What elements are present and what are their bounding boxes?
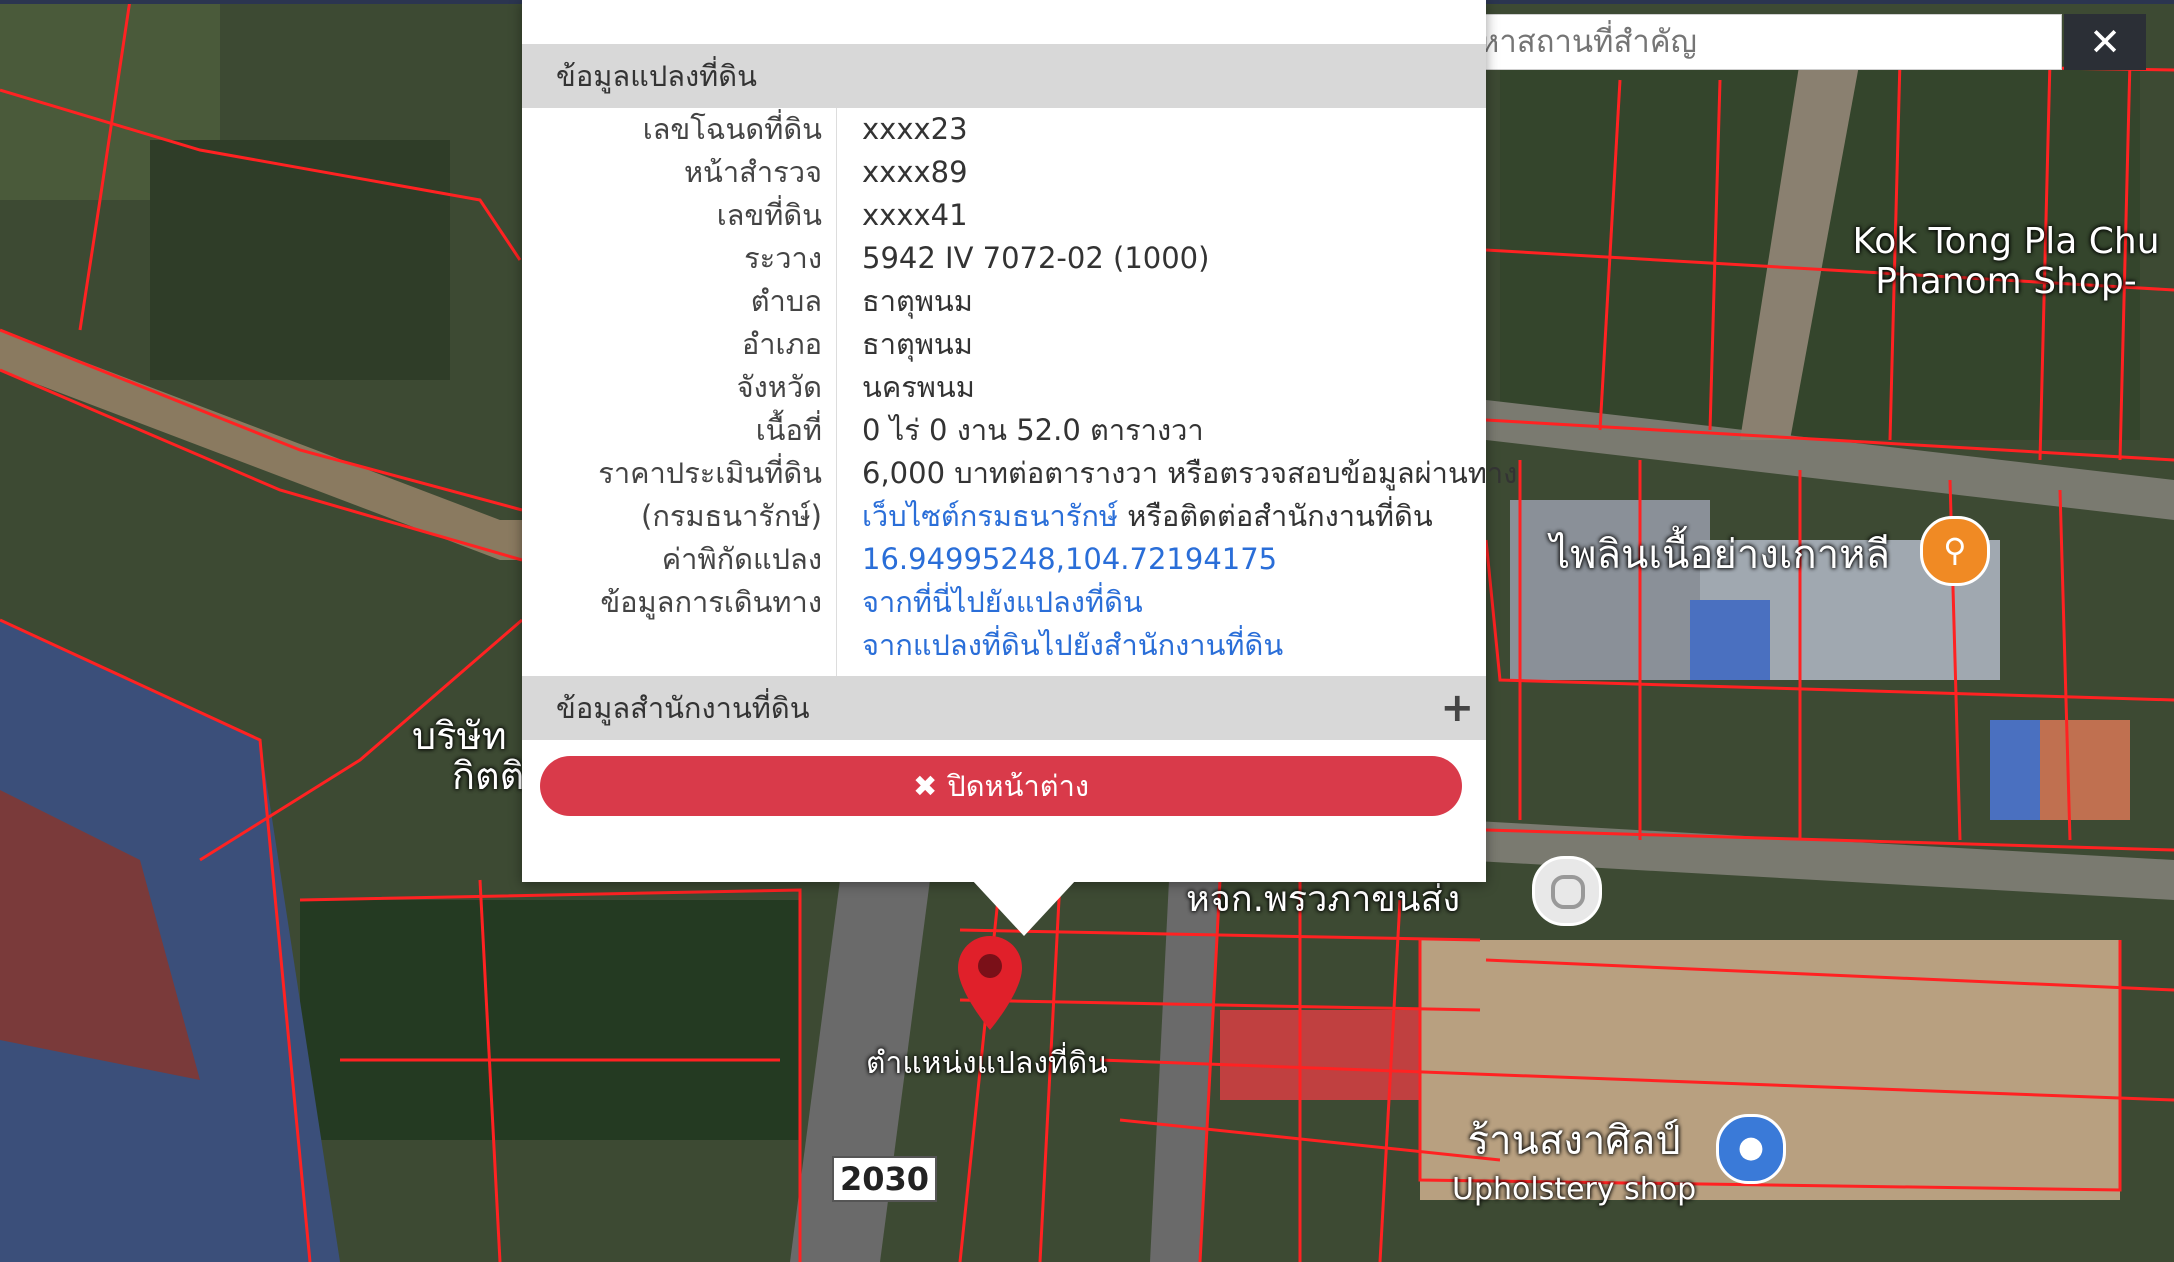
place-name: หจก.พรวภาขนส่ง	[1186, 879, 1461, 920]
row-label: ค่าพิกัดแปลง	[661, 542, 822, 576]
place-label-company[interactable]: บริษัท กิตติ	[412, 716, 524, 796]
table-row: อำเภอ ธาตุพนม	[522, 323, 1486, 366]
row-label: อำเภอ	[741, 327, 822, 361]
place-name: ไพลินเนื้อย่างเกาหลี	[1550, 532, 1891, 578]
search-input[interactable]	[1426, 14, 2062, 70]
land-parcel-popup: ข้อมูลแปลงที่ดิน เลขโฉนดที่ดิน xxxx23 หน…	[522, 0, 1517, 882]
row-label: ตำบล	[750, 284, 822, 318]
table-row: เลขที่ดิน xxxx41	[522, 194, 1486, 237]
close-window-label: ปิดหน้าต่าง	[947, 769, 1090, 803]
row-label: ข้อมูลการเดินทาง	[600, 585, 822, 619]
close-icon: ✖	[912, 769, 938, 803]
parcel-info-header: ข้อมูลแปลงที่ดิน	[522, 44, 1486, 108]
row-label: เลขโฉนดที่ดิน	[642, 112, 822, 146]
row-value: เว็บไซต์กรมธนารักษ์ หรือติดต่อสำนักงานที…	[862, 495, 1433, 538]
plus-icon: +	[1440, 685, 1474, 731]
row-value: ธาตุพนม	[862, 284, 973, 318]
row-value: xxxx89	[862, 155, 968, 189]
table-row: หน้าสำรวจ xxxx89	[522, 151, 1486, 194]
road-number-shield: 2030	[832, 1156, 938, 1202]
table-row: จากแปลงที่ดินไปยังสำนักงานที่ดิน	[522, 624, 1486, 667]
row-value: นครพนม	[862, 370, 975, 404]
place-name: Kok Tong Pla Chu	[1852, 221, 2160, 262]
table-row: ค่าพิกัดแปลง 16.94995248,104.72194175	[522, 538, 1486, 581]
place-name-line2: Upholstery shop	[1452, 1172, 1697, 1207]
coordinates-link[interactable]: 16.94995248,104.72194175	[862, 538, 1277, 581]
row-value: ธาตุพนม	[862, 327, 973, 361]
restaurant-icon[interactable]: ⚲	[1920, 516, 1990, 586]
row-label: เนื้อที่	[755, 413, 822, 447]
row-value: xxxx23	[862, 112, 968, 146]
place-label-koktong[interactable]: Kok Tong Pla Chu Phanom Shop-	[1838, 222, 2174, 302]
office-info-header[interactable]: ข้อมูลสำนักงานที่ดิน +	[522, 676, 1486, 740]
close-window-button[interactable]: ✖ ปิดหน้าต่าง	[540, 756, 1462, 816]
treasury-website-link[interactable]: เว็บไซต์กรมธนารักษ์	[862, 499, 1118, 533]
shop-icon[interactable]: ●	[1716, 1114, 1786, 1184]
place-label-upholstery[interactable]: ร้านสงาศิลป์ Upholstery shop	[1452, 1108, 1696, 1207]
place-name-line2: กิตติ	[452, 754, 525, 798]
place-name: ร้านสงาศิลป์	[1467, 1118, 1681, 1164]
row-label: (กรมธนารักษ์)	[641, 499, 822, 533]
row-value: xxxx41	[862, 198, 968, 232]
table-row: ตำบล ธาตุพนม	[522, 280, 1486, 323]
parcel-marker-icon[interactable]	[958, 936, 1022, 1030]
row-label: จังหวัด	[736, 370, 822, 404]
place-name: บริษัท	[412, 714, 507, 758]
row-label: เลขที่ดิน	[716, 198, 822, 232]
table-row: ข้อมูลการเดินทาง จากที่นี่ไปยังแปลงที่ดิ…	[522, 581, 1486, 624]
directions-to-parcel-link[interactable]: จากที่นี่ไปยังแปลงที่ดิน	[862, 581, 1143, 624]
row-value: 0 ไร่ 0 งาน 52.0 ตารางวา	[862, 413, 1204, 447]
row-value: 6,000 บาทต่อตารางวา หรือตรวจสอบข้อมูลผ่า…	[862, 456, 1518, 490]
table-row: เลขโฉนดที่ดิน xxxx23	[522, 108, 1486, 151]
place-name-line2: Phanom Shop-	[1875, 261, 2137, 302]
table-row: (กรมธนารักษ์) เว็บไซต์กรมธนารักษ์ หรือติ…	[522, 495, 1486, 538]
row-label: ระวาง	[744, 241, 822, 275]
search-close-button[interactable]: ✕	[2064, 14, 2146, 70]
place-label-pailin[interactable]: ไพลินเนื้อย่างเกาหลี	[1550, 522, 1890, 586]
table-row: ราคาประเมินที่ดิน 6,000 บาทต่อตารางวา หร…	[522, 452, 1517, 495]
table-row: เนื้อที่ 0 ไร่ 0 งาน 52.0 ตารางวา	[522, 409, 1486, 452]
close-icon: ✕	[2089, 20, 2121, 64]
table-row: จังหวัด นครพนม	[522, 366, 1486, 409]
row-value: 5942 IV 7072-02 (1000)	[862, 241, 1210, 275]
parcel-marker-label: ตำแหน่งแปลงที่ดิน	[866, 1046, 1108, 1081]
popup-pointer	[972, 880, 1076, 936]
table-row: ระวาง 5942 IV 7072-02 (1000)	[522, 237, 1486, 280]
row-label: ราคาประเมินที่ดิน	[598, 456, 822, 490]
location-pin-icon[interactable]	[1532, 856, 1602, 926]
parcel-info-table: เลขโฉนดที่ดิน xxxx23 หน้าสำรวจ xxxx89 เล…	[522, 108, 1517, 676]
office-info-label: ข้อมูลสำนักงานที่ดิน	[556, 691, 810, 725]
row-label: หน้าสำรวจ	[683, 155, 822, 189]
directions-to-office-link[interactable]: จากแปลงที่ดินไปยังสำนักงานที่ดิน	[862, 624, 1283, 667]
row-value-rest: หรือติดต่อสำนักงานที่ดิน	[1118, 499, 1433, 533]
